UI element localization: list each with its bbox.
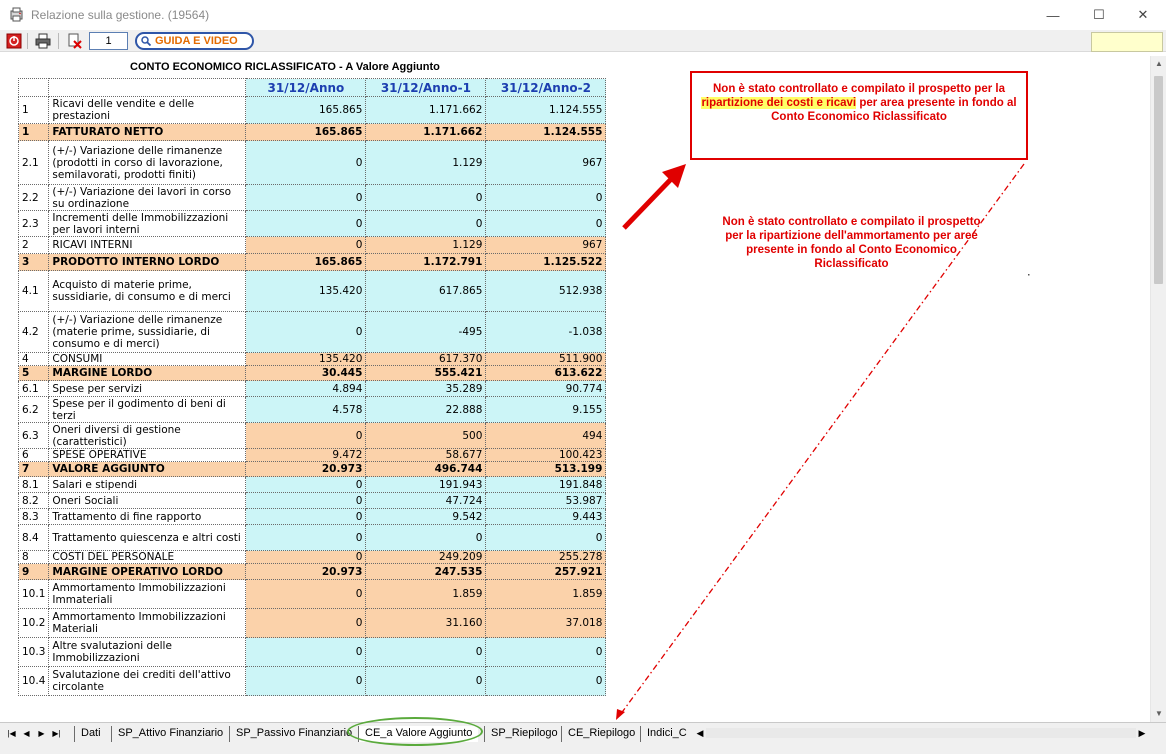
first-sheet-icon[interactable]: |◀: [6, 728, 17, 740]
toolbar-separator: [58, 33, 59, 49]
scroll-left-icon[interactable]: ◀: [694, 726, 706, 740]
delete-page-icon[interactable]: [66, 33, 82, 49]
active-tab-highlight: [347, 717, 483, 746]
scroll-up-icon[interactable]: ▲: [1151, 56, 1166, 72]
horizontal-scroll-track[interactable]: [706, 728, 1136, 738]
stray-dot: [1028, 274, 1030, 276]
close-button[interactable]: ✕: [1120, 0, 1166, 30]
next-sheet-icon[interactable]: ▶: [36, 728, 47, 740]
guide-video-button[interactable]: GUIDA E VIDEO: [135, 32, 254, 50]
sheet-tab[interactable]: Dati: [74, 726, 107, 742]
toolbar-separator: [27, 33, 28, 49]
page-number-field[interactable]: 1: [89, 32, 128, 50]
toolbar: 1 GUIDA E VIDEO: [0, 30, 1166, 52]
window-title: Relazione sulla gestione. (19564): [31, 8, 210, 22]
scroll-down-icon[interactable]: ▼: [1151, 706, 1166, 722]
magnifier-icon: [141, 36, 151, 46]
vertical-scrollbar[interactable]: ▲ ▼: [1150, 56, 1166, 722]
sheet-tab[interactable]: SP_Attivo Finanziario: [111, 726, 229, 742]
scroll-thumb[interactable]: [1154, 76, 1163, 284]
minimize-button[interactable]: —: [1030, 0, 1076, 30]
guide-video-label: GUIDA E VIDEO: [155, 35, 238, 47]
app-icon: [10, 7, 23, 22]
sheet-tab[interactable]: Indici_C: [640, 726, 693, 742]
prev-sheet-icon[interactable]: ◀: [21, 728, 32, 740]
print-icon[interactable]: [35, 33, 51, 49]
sheet-tab[interactable]: CE_Riepilogo: [561, 726, 641, 742]
dashed-pointer-line: [619, 163, 1025, 716]
annotation-overlay: [616, 163, 1030, 720]
scroll-right-icon[interactable]: ▶: [1136, 726, 1148, 740]
red-arrow-icon: [622, 172, 678, 230]
status-field: [1091, 32, 1163, 52]
sheet-tab[interactable]: SP_Riepilogo: [484, 726, 564, 742]
title-bar: Relazione sulla gestione. (19564) — ☐ ✕: [0, 0, 1166, 30]
last-sheet-icon[interactable]: ▶|: [51, 728, 62, 740]
maximize-button[interactable]: ☐: [1076, 0, 1122, 30]
sheet-tab[interactable]: SP_Passivo Finanziario: [229, 726, 358, 742]
exit-icon[interactable]: [6, 33, 22, 49]
horizontal-scrollbar[interactable]: ◀ ▶: [694, 726, 1148, 740]
sheet-area: CONTO ECONOMICO RICLASSIFICATO - A Valor…: [2, 56, 1150, 722]
